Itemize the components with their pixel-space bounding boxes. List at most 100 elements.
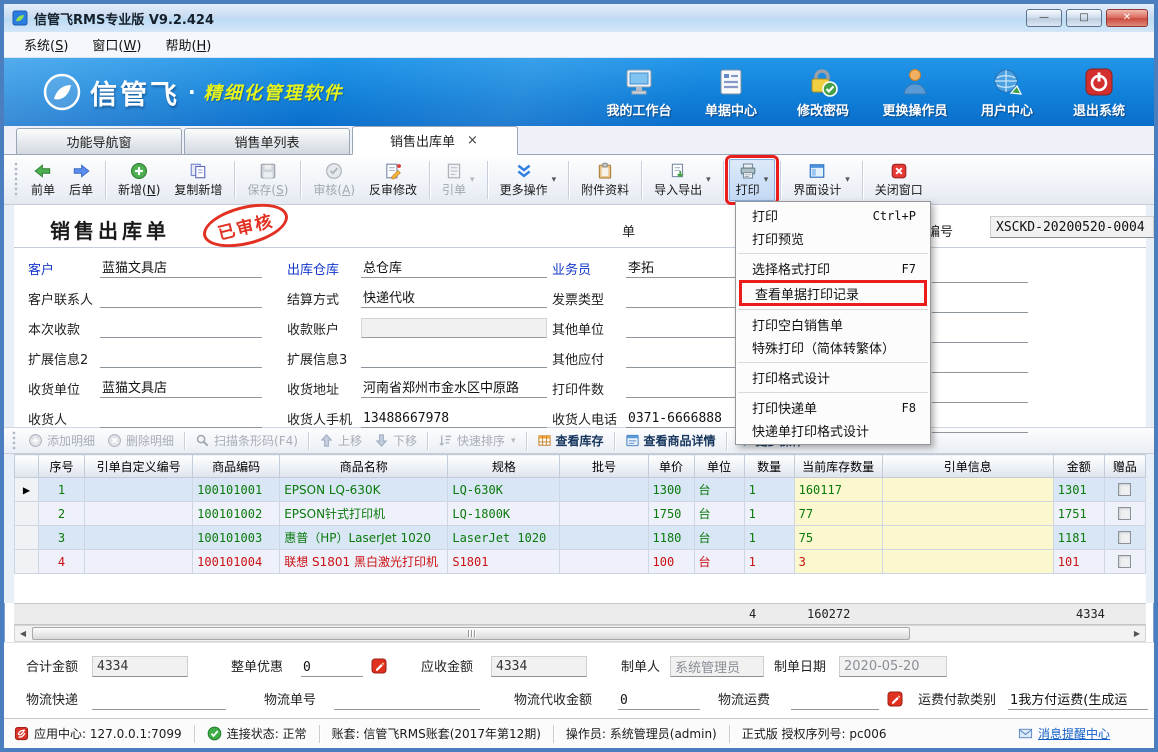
banner-action-person[interactable]: 更换操作员 [874, 66, 956, 119]
cell-商品编码[interactable]: 100101004 [193, 550, 280, 574]
cell-单价[interactable]: 100 [648, 550, 694, 574]
chevron-down-icon[interactable]: ▾ [706, 175, 711, 185]
tab-0[interactable]: 功能导航窗 [16, 128, 182, 154]
table-row[interactable]: 4100101004联想 S1801 黑白激光打印机S1801100台13101 [15, 550, 1146, 574]
print-menu-item-8[interactable]: 快递单打印格式设计 [736, 419, 930, 442]
field-value[interactable]: 总仓库 [361, 258, 547, 278]
column-header-5[interactable]: 批号 [560, 455, 648, 478]
toolbar-button-1[interactable]: 后单 [62, 159, 100, 201]
status-item-5[interactable]: 消息提醒中心 [1018, 725, 1110, 742]
cell-单位[interactable]: 台 [694, 502, 744, 526]
gift-checkbox[interactable] [1118, 507, 1131, 520]
cell-金额[interactable]: 1751 [1053, 502, 1104, 526]
cell-引单信息[interactable] [882, 526, 1053, 550]
cell-单位[interactable]: 台 [694, 526, 744, 550]
field-value[interactable] [100, 288, 262, 308]
column-header-8[interactable]: 数量 [744, 455, 794, 478]
cell-批号[interactable] [560, 550, 648, 574]
scrollbar-thumb[interactable] [32, 627, 910, 640]
cell-引单信息[interactable] [882, 502, 1053, 526]
column-header-9[interactable]: 当前库存数量 [794, 455, 882, 478]
banner-action-globe-arrow[interactable]: 用户中心 [966, 66, 1048, 119]
scroll-left-arrow[interactable]: ◀ [15, 626, 31, 641]
cell-引单自定义编号[interactable] [85, 526, 193, 550]
print-menu-item-5[interactable]: 特殊打印（简体转繁体） [736, 336, 930, 359]
cell-赠品[interactable] [1104, 526, 1145, 550]
column-header-3[interactable]: 商品名称 [280, 455, 448, 478]
cell-单价[interactable]: 1180 [648, 526, 694, 550]
column-header-12[interactable]: 赠品 [1104, 455, 1145, 478]
cell-当前库存数量[interactable]: 160117 [794, 478, 882, 502]
cell-商品名称[interactable]: 联想 S1801 黑白激光打印机 [280, 550, 448, 574]
footer-field-value[interactable] [791, 689, 879, 710]
cell-商品名称[interactable]: EPSON针式打印机 [280, 502, 448, 526]
cell-引单自定义编号[interactable] [85, 502, 193, 526]
toolbar-button-6[interactable]: 反审修改 [362, 159, 424, 201]
cell-商品编码[interactable]: 100101001 [193, 478, 280, 502]
cell-规格[interactable]: LQ-630K [448, 478, 560, 502]
print-menu-item-4[interactable]: 打印空白销售单 [736, 313, 930, 336]
minimize-button[interactable]: — [1026, 9, 1062, 27]
column-header-6[interactable]: 单价 [648, 455, 694, 478]
table-row[interactable]: 3100101003惠普（HP）LaserJet 1020LaserJet 10… [15, 526, 1146, 550]
gift-checkbox[interactable] [1118, 555, 1131, 568]
print-menu-item-6[interactable]: 打印格式设计 [736, 366, 930, 389]
cell-序号[interactable]: 4 [39, 550, 85, 574]
column-header-1[interactable]: 引单自定义编号 [85, 455, 193, 478]
toolbar-button-12[interactable]: 界面设计▾ [786, 159, 857, 201]
chevron-down-icon[interactable]: ▾ [552, 175, 557, 185]
cell-批号[interactable] [560, 502, 648, 526]
banner-action-lock-check[interactable]: 修改密码 [782, 66, 864, 119]
footer-field-value[interactable] [92, 689, 226, 710]
scroll-right-arrow[interactable]: ▶ [1129, 626, 1145, 641]
cell-引单自定义编号[interactable] [85, 550, 193, 574]
cell-金额[interactable]: 1181 [1053, 526, 1104, 550]
cell-序号[interactable]: 1 [39, 478, 85, 502]
toolbar-button-8[interactable]: 更多操作▾ [493, 159, 564, 201]
field-value[interactable]: 蓝猫文具店 [100, 258, 262, 278]
cell-单位[interactable]: 台 [694, 478, 744, 502]
edit-value-icon[interactable] [371, 658, 387, 674]
cell-序号[interactable]: 2 [39, 502, 85, 526]
table-row[interactable]: ▶1100101001EPSON LQ-630KLQ-630K1300台1160… [15, 478, 1146, 502]
footer-field-value[interactable]: 1我方付运费(生成运 [1008, 689, 1148, 710]
menu-item-2[interactable]: 帮助(H) [155, 32, 221, 57]
cell-金额[interactable]: 1301 [1053, 478, 1104, 502]
cell-引单自定义编号[interactable] [85, 478, 193, 502]
detail-toolbar-button-6[interactable]: 查看库存 [531, 430, 610, 451]
table-row[interactable]: 2100101002EPSON针式打印机LQ-1800K1750台1771751 [15, 502, 1146, 526]
footer-field-value[interactable] [334, 689, 480, 710]
toolbar-button-9[interactable]: 附件资料 [574, 159, 636, 201]
menu-item-1[interactable]: 窗口(W) [82, 32, 151, 57]
cell-赠品[interactable] [1104, 550, 1145, 574]
column-header-4[interactable]: 规格 [448, 455, 560, 478]
field-value[interactable] [100, 348, 262, 368]
banner-action-doc-list[interactable]: 单据中心 [690, 66, 772, 119]
edit-value-icon[interactable] [887, 691, 903, 707]
chevron-down-icon[interactable]: ▾ [511, 436, 516, 446]
tab-1[interactable]: 销售单列表 [184, 128, 350, 154]
toolbar-button-10[interactable]: 导入导出▾ [647, 159, 718, 201]
cell-数量[interactable]: 1 [744, 478, 794, 502]
cell-当前库存数量[interactable]: 3 [794, 550, 882, 574]
cell-单位[interactable]: 台 [694, 550, 744, 574]
field-value[interactable]: 13488667978 [361, 408, 547, 428]
cell-规格[interactable]: LaserJet 1020 [448, 526, 560, 550]
cell-商品编码[interactable]: 100101002 [193, 502, 280, 526]
cell-引单信息[interactable] [882, 550, 1053, 574]
column-header-11[interactable]: 金额 [1053, 455, 1104, 478]
cell-规格[interactable]: S1801 [448, 550, 560, 574]
toolbar-button-2[interactable]: 新增(N) [111, 159, 167, 201]
cell-批号[interactable] [560, 526, 648, 550]
cell-批号[interactable] [560, 478, 648, 502]
cell-金额[interactable]: 101 [1053, 550, 1104, 574]
cell-商品名称[interactable]: 惠普（HP）LaserJet 1020 [280, 526, 448, 550]
cell-规格[interactable]: LQ-1800K [448, 502, 560, 526]
cell-引单信息[interactable] [882, 478, 1053, 502]
cell-序号[interactable]: 3 [39, 526, 85, 550]
detail-toolbar-button-7[interactable]: 查看商品详情 [619, 430, 722, 451]
footer-field-value[interactable]: 0 [301, 656, 363, 677]
toolbar-button-13[interactable]: 关闭窗口 [868, 159, 930, 201]
cell-单价[interactable]: 1750 [648, 502, 694, 526]
field-value[interactable] [361, 348, 547, 368]
